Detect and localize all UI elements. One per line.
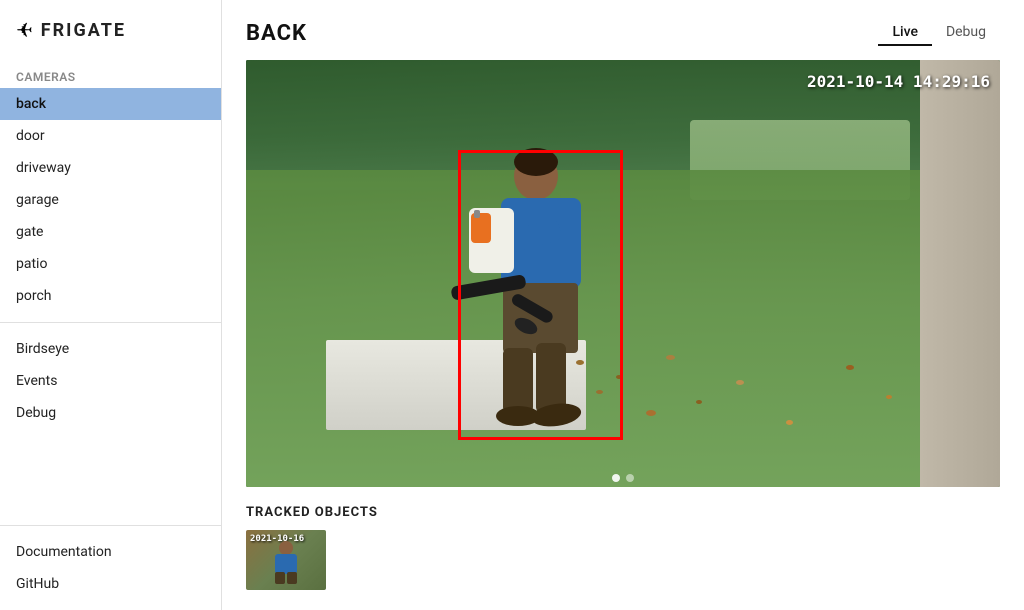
leaf xyxy=(846,365,854,370)
tracked-objects-label: TRACKED OBJECTS xyxy=(246,505,1000,520)
leaf xyxy=(786,420,793,425)
app-name: FRIGATE xyxy=(41,20,126,41)
sidebar: ✈ FRIGATE Cameras back door driveway gar… xyxy=(0,0,222,610)
tab-bar: Live Debug xyxy=(878,20,1000,46)
tracked-thumb-figure xyxy=(261,540,311,585)
sidebar-item-patio[interactable]: patio xyxy=(0,248,221,280)
sidebar-item-porch[interactable]: porch xyxy=(0,280,221,312)
leaf xyxy=(736,380,744,385)
leaf xyxy=(646,410,656,416)
sidebar-item-gate[interactable]: gate xyxy=(0,216,221,248)
carousel-dot-2[interactable] xyxy=(626,474,634,482)
page-title: BACK xyxy=(246,21,307,46)
building-right xyxy=(920,60,1000,487)
sidebar-item-garage[interactable]: garage xyxy=(0,184,221,216)
carousel-dot-1[interactable] xyxy=(612,474,620,482)
camera-container: 2021-10-14 14:29:16 xyxy=(246,60,1000,487)
sidebar-footer-divider xyxy=(0,525,221,526)
leaf xyxy=(666,355,675,360)
tab-live[interactable]: Live xyxy=(878,20,931,46)
cameras-section-label: Cameras xyxy=(0,58,221,88)
sidebar-item-door[interactable]: door xyxy=(0,120,221,152)
tracked-objects-row: 2021-10-16 xyxy=(246,530,1000,590)
sidebar-item-github[interactable]: GitHub xyxy=(0,568,221,600)
carousel-dots xyxy=(612,474,634,482)
camera-timestamp: 2021-10-14 14:29:16 xyxy=(807,72,990,91)
leaf xyxy=(696,400,702,404)
sidebar-logo: ✈ FRIGATE xyxy=(0,0,221,58)
frigate-bird-icon: ✈ xyxy=(16,18,33,42)
sidebar-item-birdseye[interactable]: Birdseye xyxy=(0,333,221,365)
sidebar-item-driveway[interactable]: driveway xyxy=(0,152,221,184)
sidebar-item-back[interactable]: back xyxy=(0,88,221,120)
camera-feed: 2021-10-14 14:29:16 xyxy=(246,60,1000,487)
main-content: BACK Live Debug xyxy=(222,0,1024,610)
detection-bounding-box xyxy=(458,150,623,440)
sidebar-item-documentation[interactable]: Documentation xyxy=(0,536,221,568)
sidebar-item-events[interactable]: Events xyxy=(0,365,221,397)
sidebar-item-debug[interactable]: Debug xyxy=(0,397,221,429)
page-header: BACK Live Debug xyxy=(246,20,1000,46)
tracked-object-thumb-1[interactable]: 2021-10-16 xyxy=(246,530,326,590)
sidebar-divider xyxy=(0,322,221,323)
tab-debug[interactable]: Debug xyxy=(932,20,1000,46)
sidebar-footer: Documentation GitHub xyxy=(0,515,221,610)
leaf xyxy=(886,395,892,399)
